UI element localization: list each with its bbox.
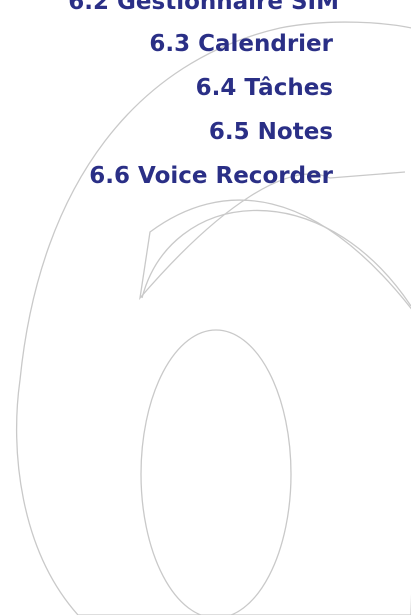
toc-entry-title: Notes bbox=[257, 119, 333, 145]
toc-entry-title: Gestionnaire SIM bbox=[117, 0, 339, 15]
toc-entry-number: 6.4 bbox=[195, 75, 237, 101]
toc-entry-6-2[interactable]: 6.2 Gestionnaire SIM bbox=[68, 0, 339, 16]
toc-entry-6-6[interactable]: 6.6 Voice Recorder bbox=[89, 162, 333, 190]
toc-entry-title: Calendrier bbox=[198, 31, 333, 57]
toc-entry-title: Tâches bbox=[244, 75, 333, 101]
toc-entry-number: 6.5 bbox=[208, 119, 250, 145]
toc-entry-number: 6.2 bbox=[68, 0, 110, 15]
toc-entry-number: 6.3 bbox=[149, 31, 191, 57]
toc-entry-6-4[interactable]: 6.4 Tâches bbox=[196, 74, 333, 102]
toc-entry-number: 6.6 bbox=[89, 163, 131, 189]
toc-entry-6-5[interactable]: 6.5 Notes bbox=[209, 118, 333, 146]
toc-entry-6-3[interactable]: 6.3 Calendrier bbox=[149, 30, 333, 58]
toc-entry-title: Voice Recorder bbox=[138, 163, 333, 189]
chapter-table-of-contents: 6.2 Gestionnaire SIM 6.3 Calendrier 6.4 Tâc… bbox=[0, 0, 411, 615]
